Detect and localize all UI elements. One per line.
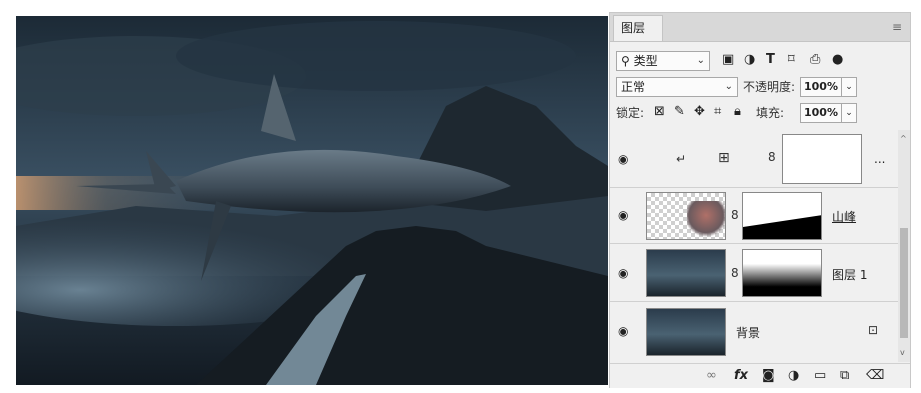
opacity-input[interactable]: 100% [800, 77, 842, 97]
new-layer-icon[interactable]: ⧉ [840, 368, 849, 383]
levels-adjustment-icon: ⊞ [718, 150, 730, 166]
chevron-down-icon: ⌄ [696, 55, 705, 66]
layers-footer: ∞ fx ◙ ◑ ▭ ⧉ ⌫ [610, 363, 910, 388]
layer-mask-thumbnail[interactable] [782, 134, 862, 184]
adjustment-filter-icon[interactable]: ◑ [744, 51, 755, 69]
fill-input[interactable]: 100% [800, 103, 842, 123]
eye-icon[interactable]: ◉ [618, 152, 628, 166]
eye-icon[interactable]: ◉ [618, 324, 628, 338]
fill-label: 填充: [756, 106, 785, 120]
layers-list: ◉ ↵ ⊞ 8 ... ◉ 8 山峰 ◉ 8 图层 1 ◉ 背景 ⊡ [610, 130, 898, 362]
mountain-thumbnail-image [687, 201, 725, 237]
layer-row-background[interactable]: ◉ 背景 ⊡ [610, 302, 898, 362]
layer-thumbnail[interactable] [646, 249, 726, 297]
lock-artboard-icon[interactable]: ⌗ [714, 103, 721, 121]
lock-label: 锁定: [616, 106, 645, 120]
lock-row: 锁定: ⊠ ✎ ✥ ⌗ 🔒︎ 填充: 100% ⌄ [610, 101, 910, 125]
chevron-down-icon: ⌄ [724, 81, 733, 92]
fill-dropdown-button[interactable]: ⌄ [841, 103, 857, 123]
opacity-label: 不透明度: [743, 80, 796, 94]
layer-name[interactable]: 山峰 [832, 208, 856, 225]
eye-icon[interactable]: ◉ [618, 266, 628, 280]
panel-tab-bar: 图层 ≡ [610, 13, 910, 42]
layers-scrollbar[interactable]: ^ v [898, 130, 910, 362]
lock-all-icon[interactable]: 🔒︎ [734, 103, 741, 121]
type-filter-icon[interactable]: T [766, 51, 775, 69]
chain-link-icon[interactable]: 8 [731, 266, 739, 280]
document-canvas[interactable] [16, 16, 608, 385]
layer-mask-thumbnail[interactable] [742, 249, 822, 297]
layer-more-indicator: ... [874, 152, 886, 166]
filter-kind-label: 类型 [633, 54, 658, 68]
image-filter-icon[interactable]: ▣ [722, 51, 734, 69]
filter-row: ⚲ 类型 ⌄ ▣ ◑ T ⌑ ⎙ ● [610, 49, 910, 73]
shape-filter-icon[interactable]: ⌑ [788, 51, 795, 69]
layer-row-mountain[interactable]: ◉ 8 山峰 [610, 188, 898, 244]
blend-mode-select[interactable]: 正常 ⌄ [616, 77, 738, 97]
chain-link-icon[interactable]: 8 [731, 208, 739, 222]
layers-panel: 图层 ≡ ⚲ 类型 ⌄ ▣ ◑ T ⌑ ⎙ ● 正常 ⌄ 不透明度: 100% … [609, 12, 911, 388]
layer-thumbnail[interactable] [646, 308, 726, 356]
search-icon: ⚲ [621, 54, 630, 68]
scrollbar-thumb[interactable] [900, 228, 908, 338]
scroll-down-icon[interactable]: v [900, 348, 905, 357]
blend-row: 正常 ⌄ 不透明度: 100% ⌄ [610, 75, 910, 99]
new-adjustment-icon[interactable]: ◑ [788, 368, 799, 383]
layer-row-adjustment[interactable]: ◉ ↵ ⊞ 8 ... [610, 130, 898, 188]
filter-kind-select[interactable]: ⚲ 类型 ⌄ [616, 51, 710, 71]
lock-image-pixels-icon[interactable]: ✎ [674, 103, 685, 121]
hamburger-menu-icon[interactable]: ≡ [892, 20, 902, 34]
new-group-icon[interactable]: ▭ [814, 368, 826, 383]
lock-icon: ⊡ [868, 323, 879, 337]
layer-name[interactable]: 背景 [736, 324, 760, 341]
layer-mask-thumbnail[interactable] [742, 192, 822, 240]
tab-layers[interactable]: 图层 [613, 15, 663, 41]
lock-position-icon[interactable]: ✥ [694, 103, 705, 121]
opacity-dropdown-button[interactable]: ⌄ [841, 77, 857, 97]
smart-object-filter-icon[interactable]: ⎙ [810, 51, 820, 69]
delete-layer-icon[interactable]: ⌫ [866, 368, 884, 383]
lock-transparent-pixels-icon[interactable]: ⊠ [654, 103, 665, 121]
canvas-image [16, 16, 608, 385]
filter-toggle-icon[interactable]: ● [832, 51, 843, 69]
blend-mode-value: 正常 [621, 80, 646, 94]
add-mask-icon[interactable]: ◙ [762, 368, 775, 383]
layer-row-layer1[interactable]: ◉ 8 图层 1 [610, 244, 898, 302]
scroll-up-icon[interactable]: ^ [900, 134, 907, 143]
fx-icon[interactable]: fx [734, 368, 748, 383]
layer-thumbnail[interactable] [646, 192, 726, 240]
clipping-arrow-icon: ↵ [676, 152, 687, 166]
mask-shape [743, 193, 821, 227]
link-layers-icon[interactable]: ∞ [706, 368, 717, 383]
eye-icon[interactable]: ◉ [618, 208, 628, 222]
chain-link-icon[interactable]: 8 [768, 150, 776, 164]
layer-name[interactable]: 图层 1 [832, 266, 867, 283]
